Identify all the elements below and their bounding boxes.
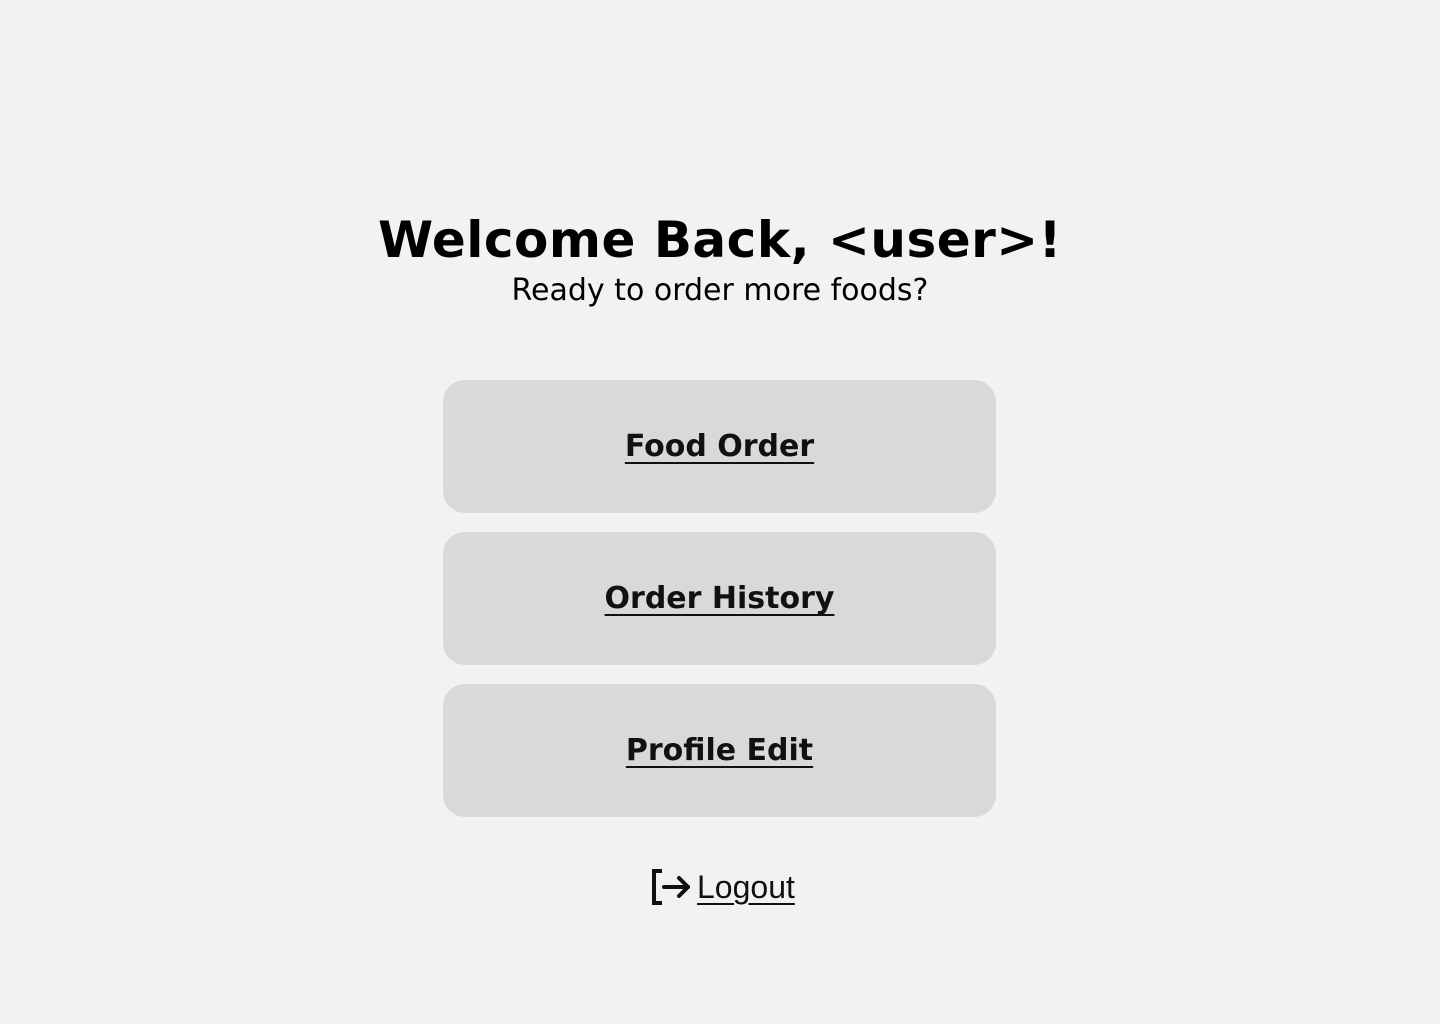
page-subtitle: Ready to order more foods? <box>511 273 929 308</box>
logout-link[interactable]: Logout <box>650 866 795 908</box>
logout-icon <box>652 869 690 905</box>
page-title: Welcome Back, <user>! <box>378 211 1062 269</box>
profile-edit-label: Profile Edit <box>625 733 814 768</box>
profile-edit-button[interactable]: Profile Edit <box>443 684 996 817</box>
food-order-label: Food Order <box>624 429 815 464</box>
order-history-button[interactable]: Order History <box>443 532 996 665</box>
logout-label: Logout <box>697 868 795 905</box>
order-history-label: Order History <box>604 581 835 616</box>
food-order-button[interactable]: Food Order <box>443 380 996 513</box>
